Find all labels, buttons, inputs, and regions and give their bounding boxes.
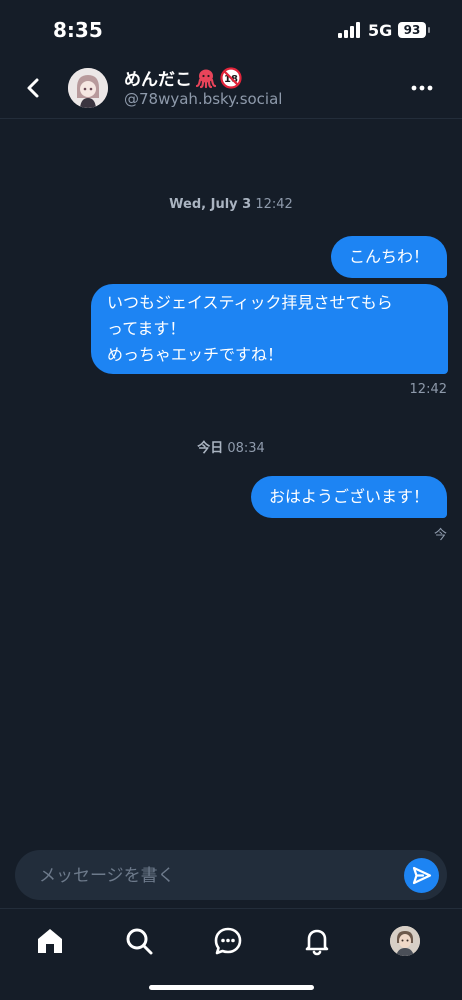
- date-separator: Wed, July 3 12:42: [0, 197, 462, 212]
- message-text-line: めっちゃエッチですね！: [107, 345, 284, 364]
- message-bubble[interactable]: いつもジェイスティック拝見させてもら ってます！ めっちゃエッチですね！: [91, 284, 448, 374]
- message-input[interactable]: [37, 850, 401, 902]
- battery-tip: [428, 27, 430, 33]
- bell-icon[interactable]: [301, 925, 333, 957]
- status-time: 8:35: [53, 18, 103, 42]
- chat-icon[interactable]: [212, 925, 244, 957]
- octopus-emoji-icon: [195, 69, 217, 88]
- back-button[interactable]: [20, 74, 48, 102]
- conversation-header: めんだこ 18 @78wyah.bsky.social: [0, 60, 462, 119]
- dm-conversation-screen: 8:35 5G 93 めんだこ @78wyah.bsky.social Wed,…: [0, 0, 462, 1000]
- contact-name: めんだこ: [124, 70, 192, 90]
- battery-icon: 93: [398, 22, 426, 38]
- message-text-line: いつもジェイスティック拝見させてもら: [107, 293, 393, 312]
- r18-emoji-icon: 18: [220, 66, 242, 89]
- date-separator: 今日 08:34: [0, 437, 462, 456]
- message-timestamp: 12:42: [409, 382, 447, 397]
- date-separator-time: 08:34: [227, 441, 265, 456]
- more-options-button[interactable]: [408, 76, 436, 100]
- search-icon[interactable]: [123, 925, 155, 957]
- signal-icon: [338, 22, 360, 38]
- message-text: おはようございます！: [268, 487, 429, 506]
- network-label: 5G: [368, 21, 393, 40]
- date-separator-time: 12:42: [255, 197, 293, 212]
- message-bubble[interactable]: おはようございます！: [250, 476, 447, 518]
- send-button[interactable]: [404, 858, 439, 893]
- message-timestamp: 今: [433, 528, 447, 543]
- profile-avatar[interactable]: [390, 926, 420, 956]
- status-bar: 8:35 5G 93: [0, 0, 462, 60]
- message-bubble[interactable]: こんちわ！: [330, 236, 447, 278]
- avatar-illustration: [68, 68, 108, 108]
- home-icon[interactable]: [34, 925, 66, 957]
- send-icon: [412, 866, 432, 885]
- message-composer: [15, 850, 447, 902]
- contact-avatar[interactable]: [68, 68, 108, 108]
- contact-name-row: めんだこ 18: [124, 65, 242, 90]
- home-indicator: [149, 985, 314, 990]
- date-separator-day: Wed, July 3: [169, 197, 252, 212]
- date-separator-day: 今日: [197, 441, 224, 456]
- message-text-line: ってます！: [107, 319, 186, 338]
- message-text: こんちわ！: [348, 247, 429, 266]
- profile-avatar-image: [390, 926, 420, 956]
- contact-handle: @78wyah.bsky.social: [124, 90, 283, 108]
